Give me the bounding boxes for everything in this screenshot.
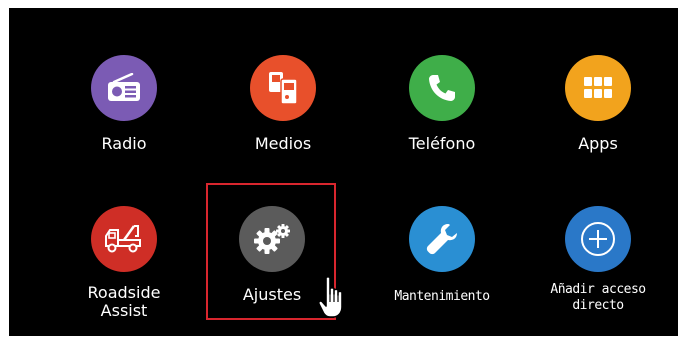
tile-label: Apps xyxy=(578,134,618,153)
tile-label: Roadside Assist xyxy=(64,284,184,320)
tile-label-line-2: Assist xyxy=(100,301,148,320)
tile-label-line-2: directo xyxy=(572,298,624,313)
tile-label: Medios xyxy=(254,134,312,153)
apps-grid-icon xyxy=(565,55,631,121)
plus-circle-icon xyxy=(565,206,631,272)
radio-icon xyxy=(91,55,157,121)
hand-pointer-icon xyxy=(317,275,351,325)
wrench-icon xyxy=(409,206,475,272)
home-screen: Radio Medios Teléfono Apps Roadside Assi… xyxy=(9,8,678,336)
tow-truck-icon xyxy=(91,206,157,272)
tile-label: Mantenimiento xyxy=(394,289,490,304)
tile-label-line-1: Añadir acceso xyxy=(550,282,646,297)
tile-label: Teléfono xyxy=(408,134,476,153)
tile-label-line-1: Roadside xyxy=(87,283,161,302)
media-icon xyxy=(250,55,316,121)
tile-label: Radio xyxy=(101,134,147,153)
phone-icon xyxy=(409,55,475,121)
tile-label: Añadir acceso directo xyxy=(538,282,658,314)
